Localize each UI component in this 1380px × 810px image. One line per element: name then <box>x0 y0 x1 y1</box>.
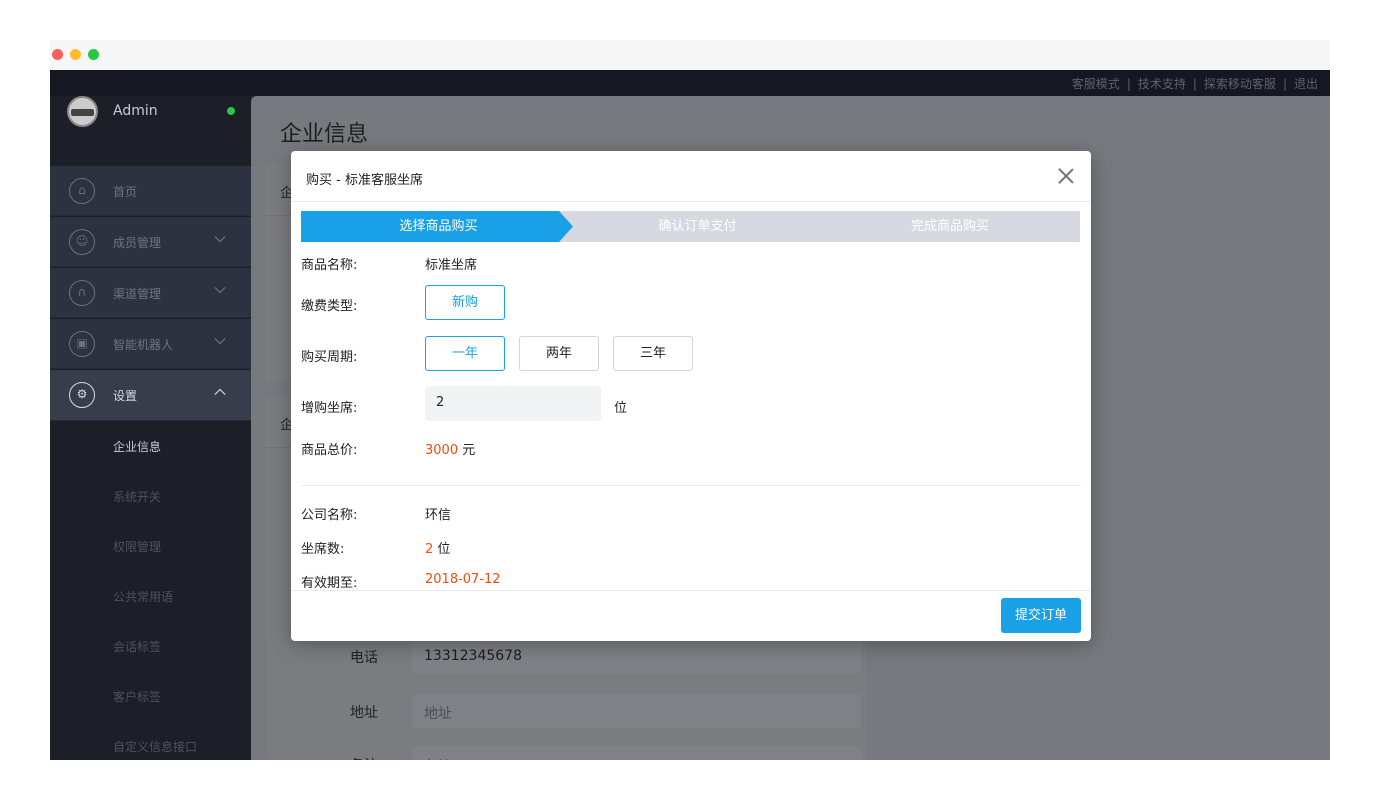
expiry-value: 2018-07-12 <box>425 572 501 587</box>
product-name-value: 标准坐席 <box>425 258 478 273</box>
minimize-window-icon[interactable] <box>70 49 81 60</box>
phone-field[interactable]: 13312345678 <box>412 639 861 673</box>
sidebar-item-label: 成员管理 <box>113 236 162 250</box>
remark-field[interactable]: 备注 <box>412 747 861 760</box>
window-titlebar <box>50 40 1330 70</box>
gear-icon: ⚙ <box>69 382 95 408</box>
topnav-support[interactable]: 技术支持 <box>1138 77 1186 91</box>
seats-unit: 位 <box>614 401 628 416</box>
top-bar: 客服模式 | 技术支持 | 探索移动客服 | 退出 <box>50 70 1330 96</box>
step-label: 确认订单支付 <box>658 219 737 234</box>
step-label: 选择商品购买 <box>399 219 478 234</box>
seat-count: 2 位 <box>425 538 450 557</box>
seats-label: 增购坐席: <box>301 401 358 416</box>
sidebar-item-label: 智能机器人 <box>113 338 174 352</box>
user-block: Admin <box>50 96 251 166</box>
sidebar-item-channels[interactable]: ∩ 渠道管理 <box>50 268 251 318</box>
divider <box>301 485 1081 486</box>
seat-count-label: 坐席数: <box>301 542 345 557</box>
page-title: 企业信息 <box>280 122 369 147</box>
close-icon[interactable] <box>1056 166 1076 186</box>
total-price-value: 3000 <box>425 443 459 458</box>
top-nav: 客服模式 | 技术支持 | 探索移动客服 | 退出 <box>1072 75 1318 92</box>
chevron-up-icon <box>214 388 226 395</box>
purchase-modal: 购买 - 标准客服坐席 选择商品购买 确认订单支付 完成商品购买 商品名称: 标… <box>291 151 1091 641</box>
separator: | <box>1282 77 1287 91</box>
chevron-down-icon <box>214 287 226 294</box>
fee-type-label: 缴费类型: <box>301 299 358 314</box>
sidebar: Admin ⌂ 首页 ☺ 成员管理 ∩ 渠道管理 ▣ 智能机器人 ⚙ 设置 企业… <box>50 96 251 760</box>
submit-order-button[interactable]: 提交订单 <box>1001 598 1081 633</box>
sidebar-subitem-session-tags[interactable]: 会话标签 <box>113 638 161 655</box>
sidebar-item-settings[interactable]: ⚙ 设置 <box>50 370 251 421</box>
seats-input[interactable]: 2 <box>425 386 601 421</box>
purchase-steps: 选择商品购买 确认订单支付 完成商品购买 <box>301 211 1080 242</box>
total-price-unit: 元 <box>462 443 476 458</box>
modal-title: 购买 - 标准客服坐席 <box>306 173 423 188</box>
settings-submenu: 企业信息 系统开关 权限管理 公共常用语 会话标签 客户标签 自定义信息接口 <box>50 421 251 760</box>
channel-icon: ∩ <box>69 280 95 306</box>
sidebar-item-members[interactable]: ☺ 成员管理 <box>50 217 251 267</box>
seat-count-unit: 位 <box>437 542 451 557</box>
step-complete: 完成商品购买 <box>820 211 1080 242</box>
sidebar-item-label: 渠道管理 <box>113 287 162 301</box>
separator: | <box>1192 77 1197 91</box>
sidebar-subitem-company-info[interactable]: 企业信息 <box>113 438 161 455</box>
expiry-label: 有效期至: <box>301 576 358 591</box>
company-name-label: 公司名称: <box>301 508 358 523</box>
chevron-down-icon <box>214 236 226 243</box>
seat-count-value: 2 <box>425 542 434 557</box>
online-status-icon <box>227 107 235 115</box>
home-icon: ⌂ <box>69 178 95 204</box>
user-icon: ☺ <box>69 229 95 255</box>
phone-label: 电话 <box>350 650 378 666</box>
company-name-value: 环信 <box>425 508 452 523</box>
sidebar-subitem-permissions[interactable]: 权限管理 <box>113 538 161 555</box>
modal-footer-divider <box>291 590 1091 591</box>
period-one-year-button[interactable]: 一年 <box>425 336 505 371</box>
sidebar-item-label: 首页 <box>113 185 138 199</box>
robot-icon: ▣ <box>69 331 95 357</box>
period-two-years-button[interactable]: 两年 <box>519 336 599 371</box>
close-window-icon[interactable] <box>52 49 63 60</box>
product-name-label: 商品名称: <box>301 258 358 273</box>
separator: | <box>1126 77 1131 91</box>
topnav-logout[interactable]: 退出 <box>1294 77 1318 91</box>
avatar[interactable] <box>67 96 98 127</box>
sidebar-subitem-common-phrases[interactable]: 公共常用语 <box>113 588 173 605</box>
address-field[interactable]: 地址 <box>412 694 861 728</box>
topnav-agent-mode[interactable]: 客服模式 <box>1072 77 1120 91</box>
period-label: 购买周期: <box>301 350 358 365</box>
address-label: 地址 <box>350 705 378 721</box>
sidebar-subitem-system-switch[interactable]: 系统开关 <box>113 488 161 505</box>
sidebar-item-home[interactable]: ⌂ 首页 <box>50 166 251 216</box>
period-three-years-button[interactable]: 三年 <box>613 336 693 371</box>
fee-type-new-button[interactable]: 新购 <box>425 285 505 320</box>
modal-header: 购买 - 标准客服坐席 <box>291 151 1091 202</box>
topnav-mobile[interactable]: 探索移动客服 <box>1204 77 1276 91</box>
maximize-window-icon[interactable] <box>88 49 99 60</box>
sidebar-item-robot[interactable]: ▣ 智能机器人 <box>50 319 251 369</box>
step-label: 完成商品购买 <box>910 219 989 234</box>
chevron-down-icon <box>214 338 226 345</box>
remark-label: 备注 <box>350 755 378 760</box>
total-label: 商品总价: <box>301 443 358 458</box>
step-select: 选择商品购买 <box>301 211 576 242</box>
step-confirm: 确认订单支付 <box>559 211 836 242</box>
app-window: 客服模式 | 技术支持 | 探索移动客服 | 退出 Admin ⌂ 首页 ☺ 成员管理 ∩ … <box>50 40 1330 760</box>
total-price: 3000 元 <box>425 439 475 458</box>
sidebar-subitem-customer-tags[interactable]: 客户标签 <box>113 688 161 705</box>
sidebar-item-label: 设置 <box>113 389 138 403</box>
user-name: Admin <box>113 103 158 119</box>
sidebar-subitem-custom-api[interactable]: 自定义信息接口 <box>113 738 197 755</box>
